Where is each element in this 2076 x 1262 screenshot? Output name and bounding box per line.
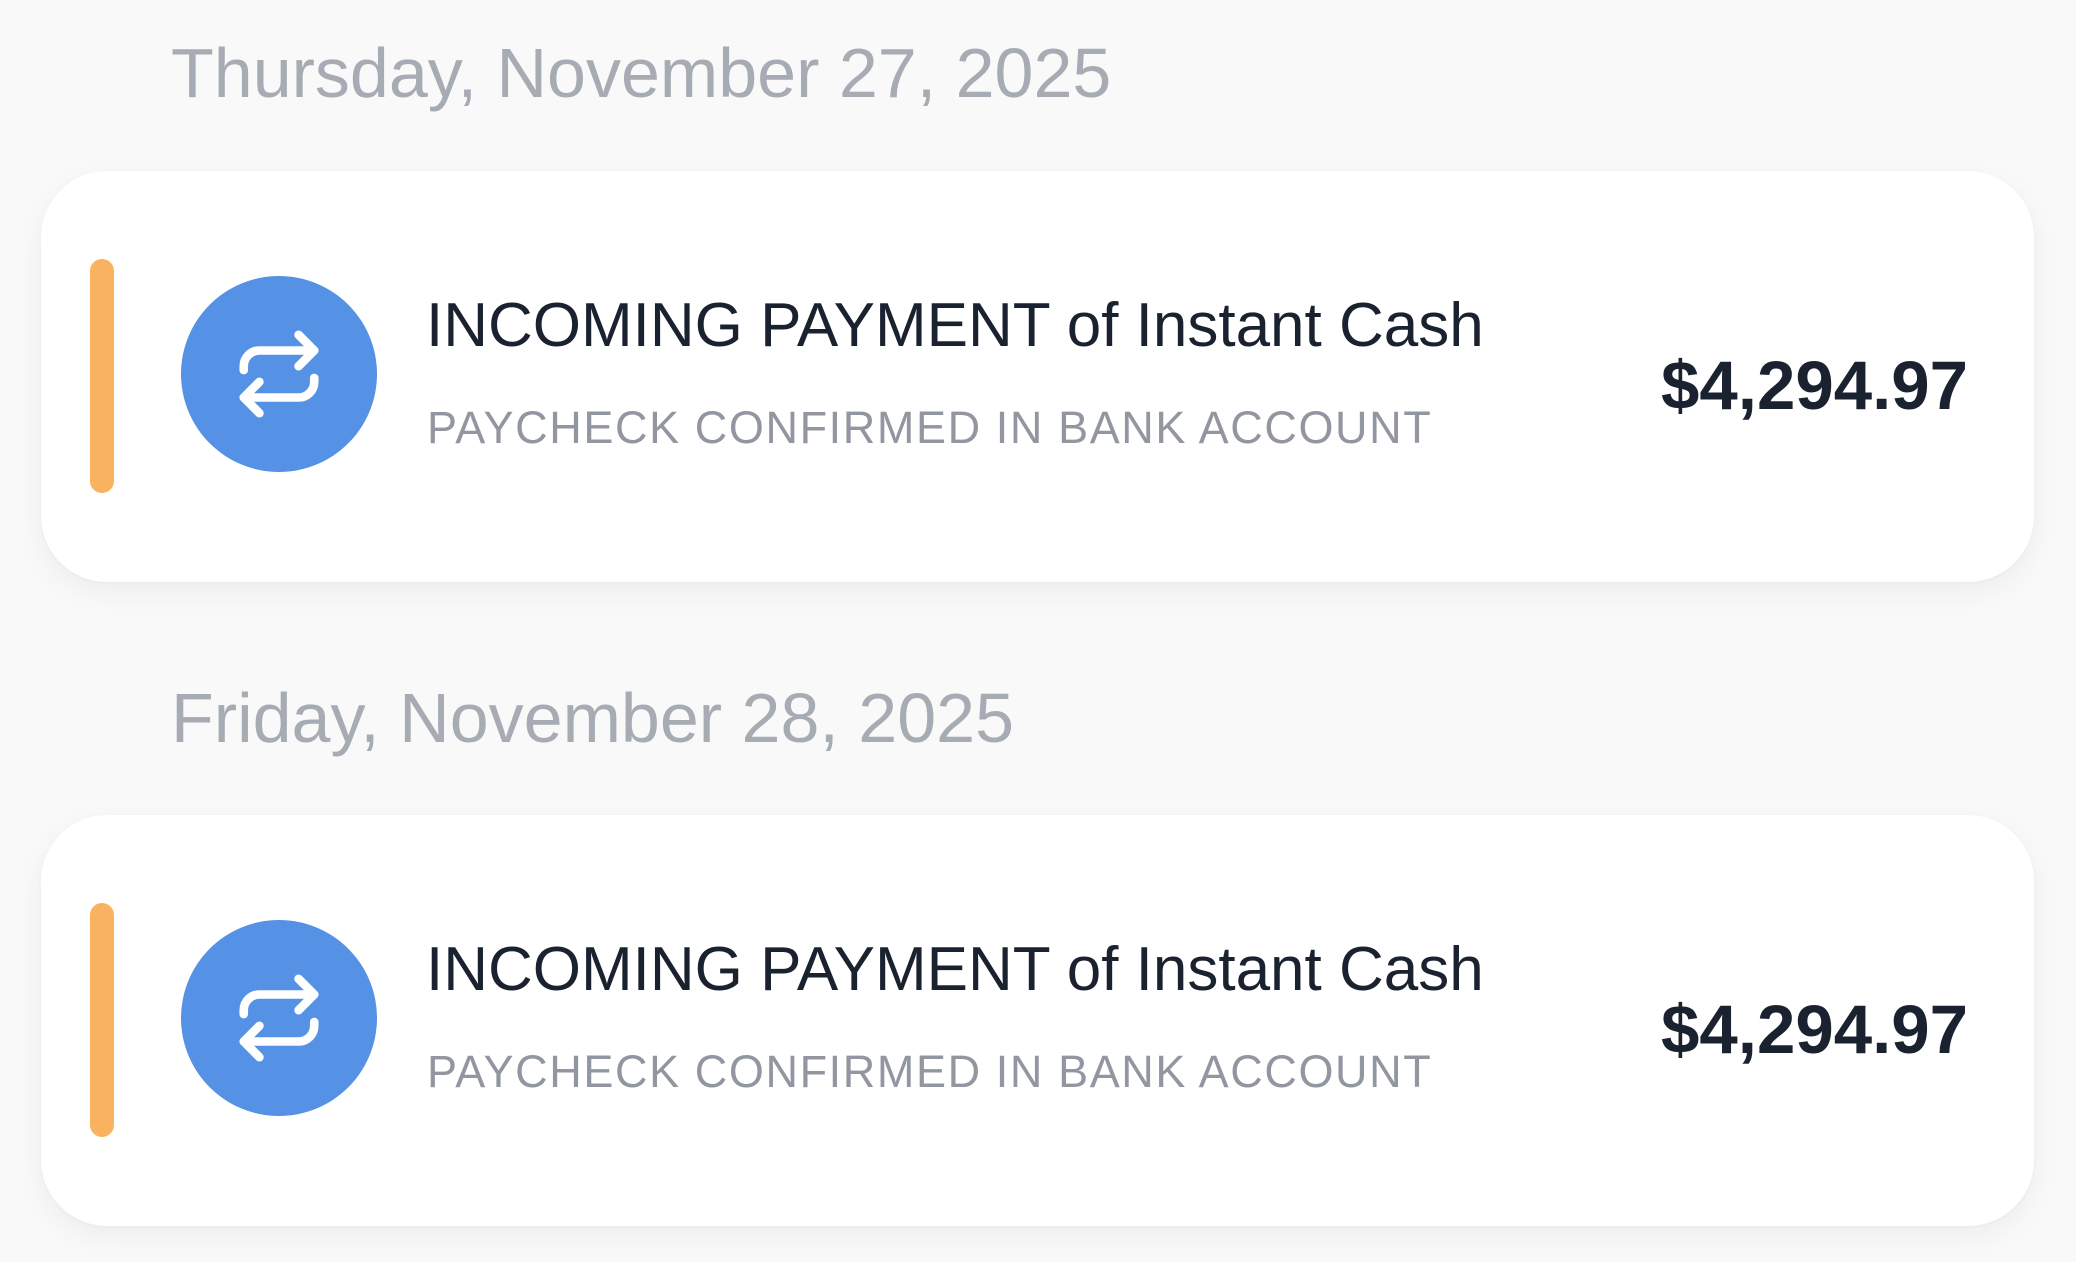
date-heading: Friday, November 28, 2025 [171, 679, 1015, 757]
transaction-subtitle: PAYCHECK CONFIRMED IN BANK ACCOUNT [427, 402, 1433, 453]
transaction-subtitle: PAYCHECK CONFIRMED IN BANK ACCOUNT [427, 1046, 1433, 1097]
transaction-card[interactable]: INCOMING PAYMENT of Instant Cash PAYCHEC… [41, 171, 2034, 582]
transaction-icon-badge [181, 920, 377, 1116]
transaction-title: INCOMING PAYMENT of Instant Cash [426, 291, 1484, 360]
repeat-transfer-icon [239, 330, 319, 418]
repeat-transfer-icon [239, 974, 319, 1062]
transaction-title: INCOMING PAYMENT of Instant Cash [426, 935, 1484, 1004]
transaction-amount: $4,294.97 [1661, 347, 1968, 424]
transaction-icon-badge [181, 276, 377, 472]
status-accent-bar [90, 903, 114, 1137]
transaction-amount: $4,294.97 [1661, 991, 1968, 1068]
transaction-card[interactable]: INCOMING PAYMENT of Instant Cash PAYCHEC… [41, 815, 2034, 1226]
status-accent-bar [90, 259, 114, 493]
date-heading: Thursday, November 27, 2025 [171, 34, 1112, 112]
